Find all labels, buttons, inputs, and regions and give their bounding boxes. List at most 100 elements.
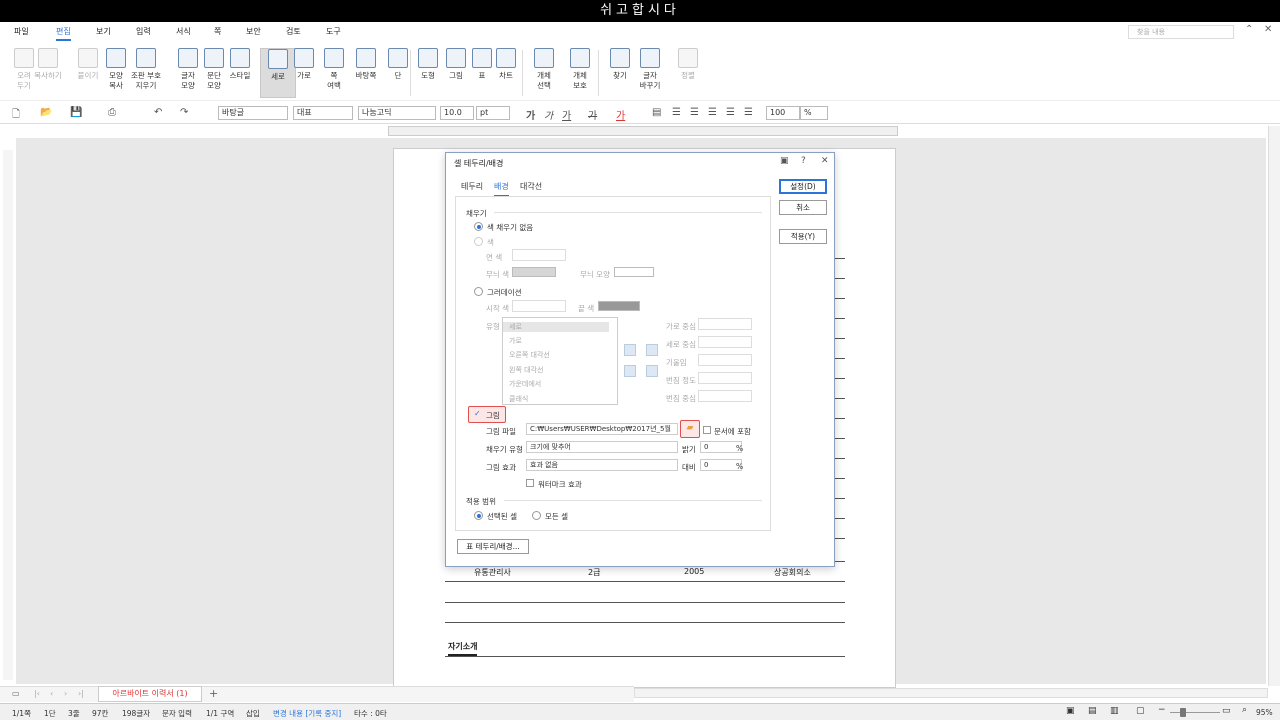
status-insert[interactable]: 삽입 (246, 708, 260, 719)
gradient-type-list[interactable]: 세로 가로 오른쪽 대각선 왼쪽 대각선 가운데에서 클래식 (502, 317, 618, 405)
zoom-slider-thumb[interactable] (1180, 708, 1186, 717)
start-color-select[interactable] (512, 300, 566, 312)
bold-icon[interactable]: 가 (526, 107, 535, 122)
ribbon-button[interactable]: 쪽 여백 (316, 48, 352, 91)
apply-button[interactable]: 적용(Y) (779, 229, 827, 244)
underline-icon[interactable]: 가 (562, 107, 571, 122)
ribbon-button[interactable]: 차트 (488, 48, 524, 81)
web-view-icon[interactable]: ▤ (1088, 706, 1097, 716)
italic-icon[interactable]: 가 (544, 107, 553, 122)
list-item[interactable]: 클래식 (509, 394, 528, 404)
align-center-icon[interactable]: ☰ (690, 107, 699, 118)
v-center-input[interactable] (698, 336, 752, 348)
gradient-preview-icon[interactable] (646, 365, 658, 377)
gradient-preview-icon[interactable] (624, 344, 636, 356)
ribbon-button[interactable]: 스타일 (222, 48, 258, 81)
new-doc-icon[interactable]: 🗋 (12, 107, 20, 124)
menu-review[interactable]: 검토 (286, 26, 301, 37)
picture-effect-select[interactable]: 효과 없음 (526, 459, 678, 471)
zoom-input[interactable]: 100 (766, 106, 800, 120)
font-select[interactable]: 나눔고딕 (358, 106, 436, 120)
font-color-icon[interactable]: 가 (616, 107, 625, 122)
menu-insert[interactable]: 입력 (136, 26, 151, 37)
tab-border[interactable]: 테두리 (461, 181, 483, 192)
status-page[interactable]: 1/1쪽 (12, 708, 31, 719)
zoom-unit[interactable]: % (800, 106, 828, 120)
align-justify-icon[interactable]: ▤ (652, 107, 661, 118)
align-distribute-icon[interactable]: ☰ (726, 107, 735, 118)
align-left-icon[interactable]: ☰ (672, 107, 681, 118)
first-tab-icon[interactable]: |‹ (34, 689, 40, 698)
pattern-shape-select[interactable] (614, 267, 654, 277)
document-tab[interactable]: 아르바이트 이력서 (1) (98, 686, 202, 702)
horizontal-ruler[interactable] (388, 126, 898, 136)
ribbon-button[interactable]: 정렬 (670, 48, 706, 81)
fill-type-select[interactable]: 크기에 맞추어 (526, 441, 678, 453)
vertical-scrollbar[interactable] (1268, 126, 1280, 686)
align-divide-icon[interactable]: ☰ (744, 107, 753, 118)
chevron-up-icon[interactable]: ⌃ (1245, 24, 1253, 35)
ribbon-button[interactable]: 조판 부호 지우기 (128, 48, 164, 91)
h-center-input[interactable] (698, 318, 752, 330)
list-item[interactable]: 세로 (503, 322, 609, 332)
ok-button[interactable]: 설정(D) (779, 179, 827, 194)
redo-icon[interactable]: ↷ (180, 107, 188, 118)
status-track-changes[interactable]: 변경 내용 [기록 중지] (273, 708, 341, 719)
zoom-in-icon[interactable]: ▭ (1222, 706, 1231, 716)
color-radio[interactable] (474, 237, 483, 246)
menu-edit[interactable]: 편집 (56, 26, 71, 41)
zoom-out-icon[interactable]: − (1158, 705, 1166, 715)
help-icon[interactable]: ? (801, 156, 806, 166)
search-input[interactable]: 찾을 내용 (1128, 25, 1234, 39)
gradation-radio[interactable] (474, 287, 483, 296)
close-icon[interactable]: ✕ (821, 156, 829, 166)
align-right-icon[interactable]: ☰ (708, 107, 717, 118)
last-tab-icon[interactable]: ›| (78, 689, 84, 698)
save-icon[interactable]: 💾 (70, 107, 82, 118)
no-fill-radio[interactable] (474, 222, 483, 231)
zoom-icon[interactable]: ⌕ (1242, 705, 1247, 715)
menu-security[interactable]: 보안 (246, 26, 261, 37)
tilt-input[interactable] (698, 354, 752, 366)
blur-center-input[interactable] (698, 390, 752, 402)
menu-file[interactable]: 파일 (14, 26, 29, 37)
horizontal-scrollbar[interactable] (634, 688, 1268, 698)
face-color-select[interactable] (512, 249, 566, 261)
menu-tools[interactable]: 도구 (326, 26, 341, 37)
ribbon-button[interactable]: 개체 선택 (526, 48, 562, 91)
picture-file-input[interactable]: C:₩Users₩USER₩Desktop₩2017년_5월 (526, 423, 678, 435)
list-item[interactable]: 오른쪽 대각선 (509, 350, 550, 360)
cancel-button[interactable]: 취소 (779, 200, 827, 215)
next-tab-icon[interactable]: › (64, 689, 67, 698)
vertical-ruler[interactable] (3, 150, 13, 680)
strikethrough-icon[interactable]: 가 (588, 107, 597, 122)
pattern-color-select[interactable] (512, 267, 556, 277)
menu-page[interactable]: 쪽 (214, 26, 221, 37)
open-folder-icon[interactable]: 📂 (40, 107, 52, 118)
font-unit-select[interactable]: pt (476, 106, 510, 120)
full-view-icon[interactable]: ▢ (1136, 706, 1145, 716)
ribbon-button[interactable]: 바탕쪽 (348, 48, 384, 81)
print-icon[interactable]: ⎙ (108, 107, 116, 118)
blur-degree-input[interactable] (698, 372, 752, 384)
zoom-slider[interactable] (1170, 712, 1220, 713)
tab-diagonal[interactable]: 대각선 (520, 181, 542, 192)
tab-background[interactable]: 배경 (494, 181, 509, 197)
font-size-input[interactable]: 10.0 (440, 106, 474, 120)
undo-icon[interactable]: ↶ (154, 107, 162, 118)
picture-checkbox[interactable]: ✓ 그림 (468, 406, 506, 423)
close-icon[interactable]: ✕ (1264, 24, 1272, 35)
menu-format[interactable]: 서식 (176, 26, 191, 37)
dialog-setting-icon[interactable]: ▣ (780, 156, 789, 166)
all-cells-radio[interactable] (532, 511, 541, 520)
end-color-select[interactable] (598, 301, 640, 311)
selected-cells-radio[interactable] (474, 511, 483, 520)
tab-menu-icon[interactable]: ▭ (12, 689, 20, 698)
table-border-button[interactable]: 표 테두리/배경... (457, 539, 529, 554)
prev-tab-icon[interactable]: ‹ (50, 689, 53, 698)
ribbon-button[interactable]: 글자 바꾸기 (632, 48, 668, 91)
list-item[interactable]: 왼쪽 대각선 (509, 365, 543, 375)
ribbon-button[interactable]: 복사하기 (30, 48, 66, 81)
outline-view-icon[interactable]: ▥ (1110, 706, 1119, 716)
menu-view[interactable]: 보기 (96, 26, 111, 37)
